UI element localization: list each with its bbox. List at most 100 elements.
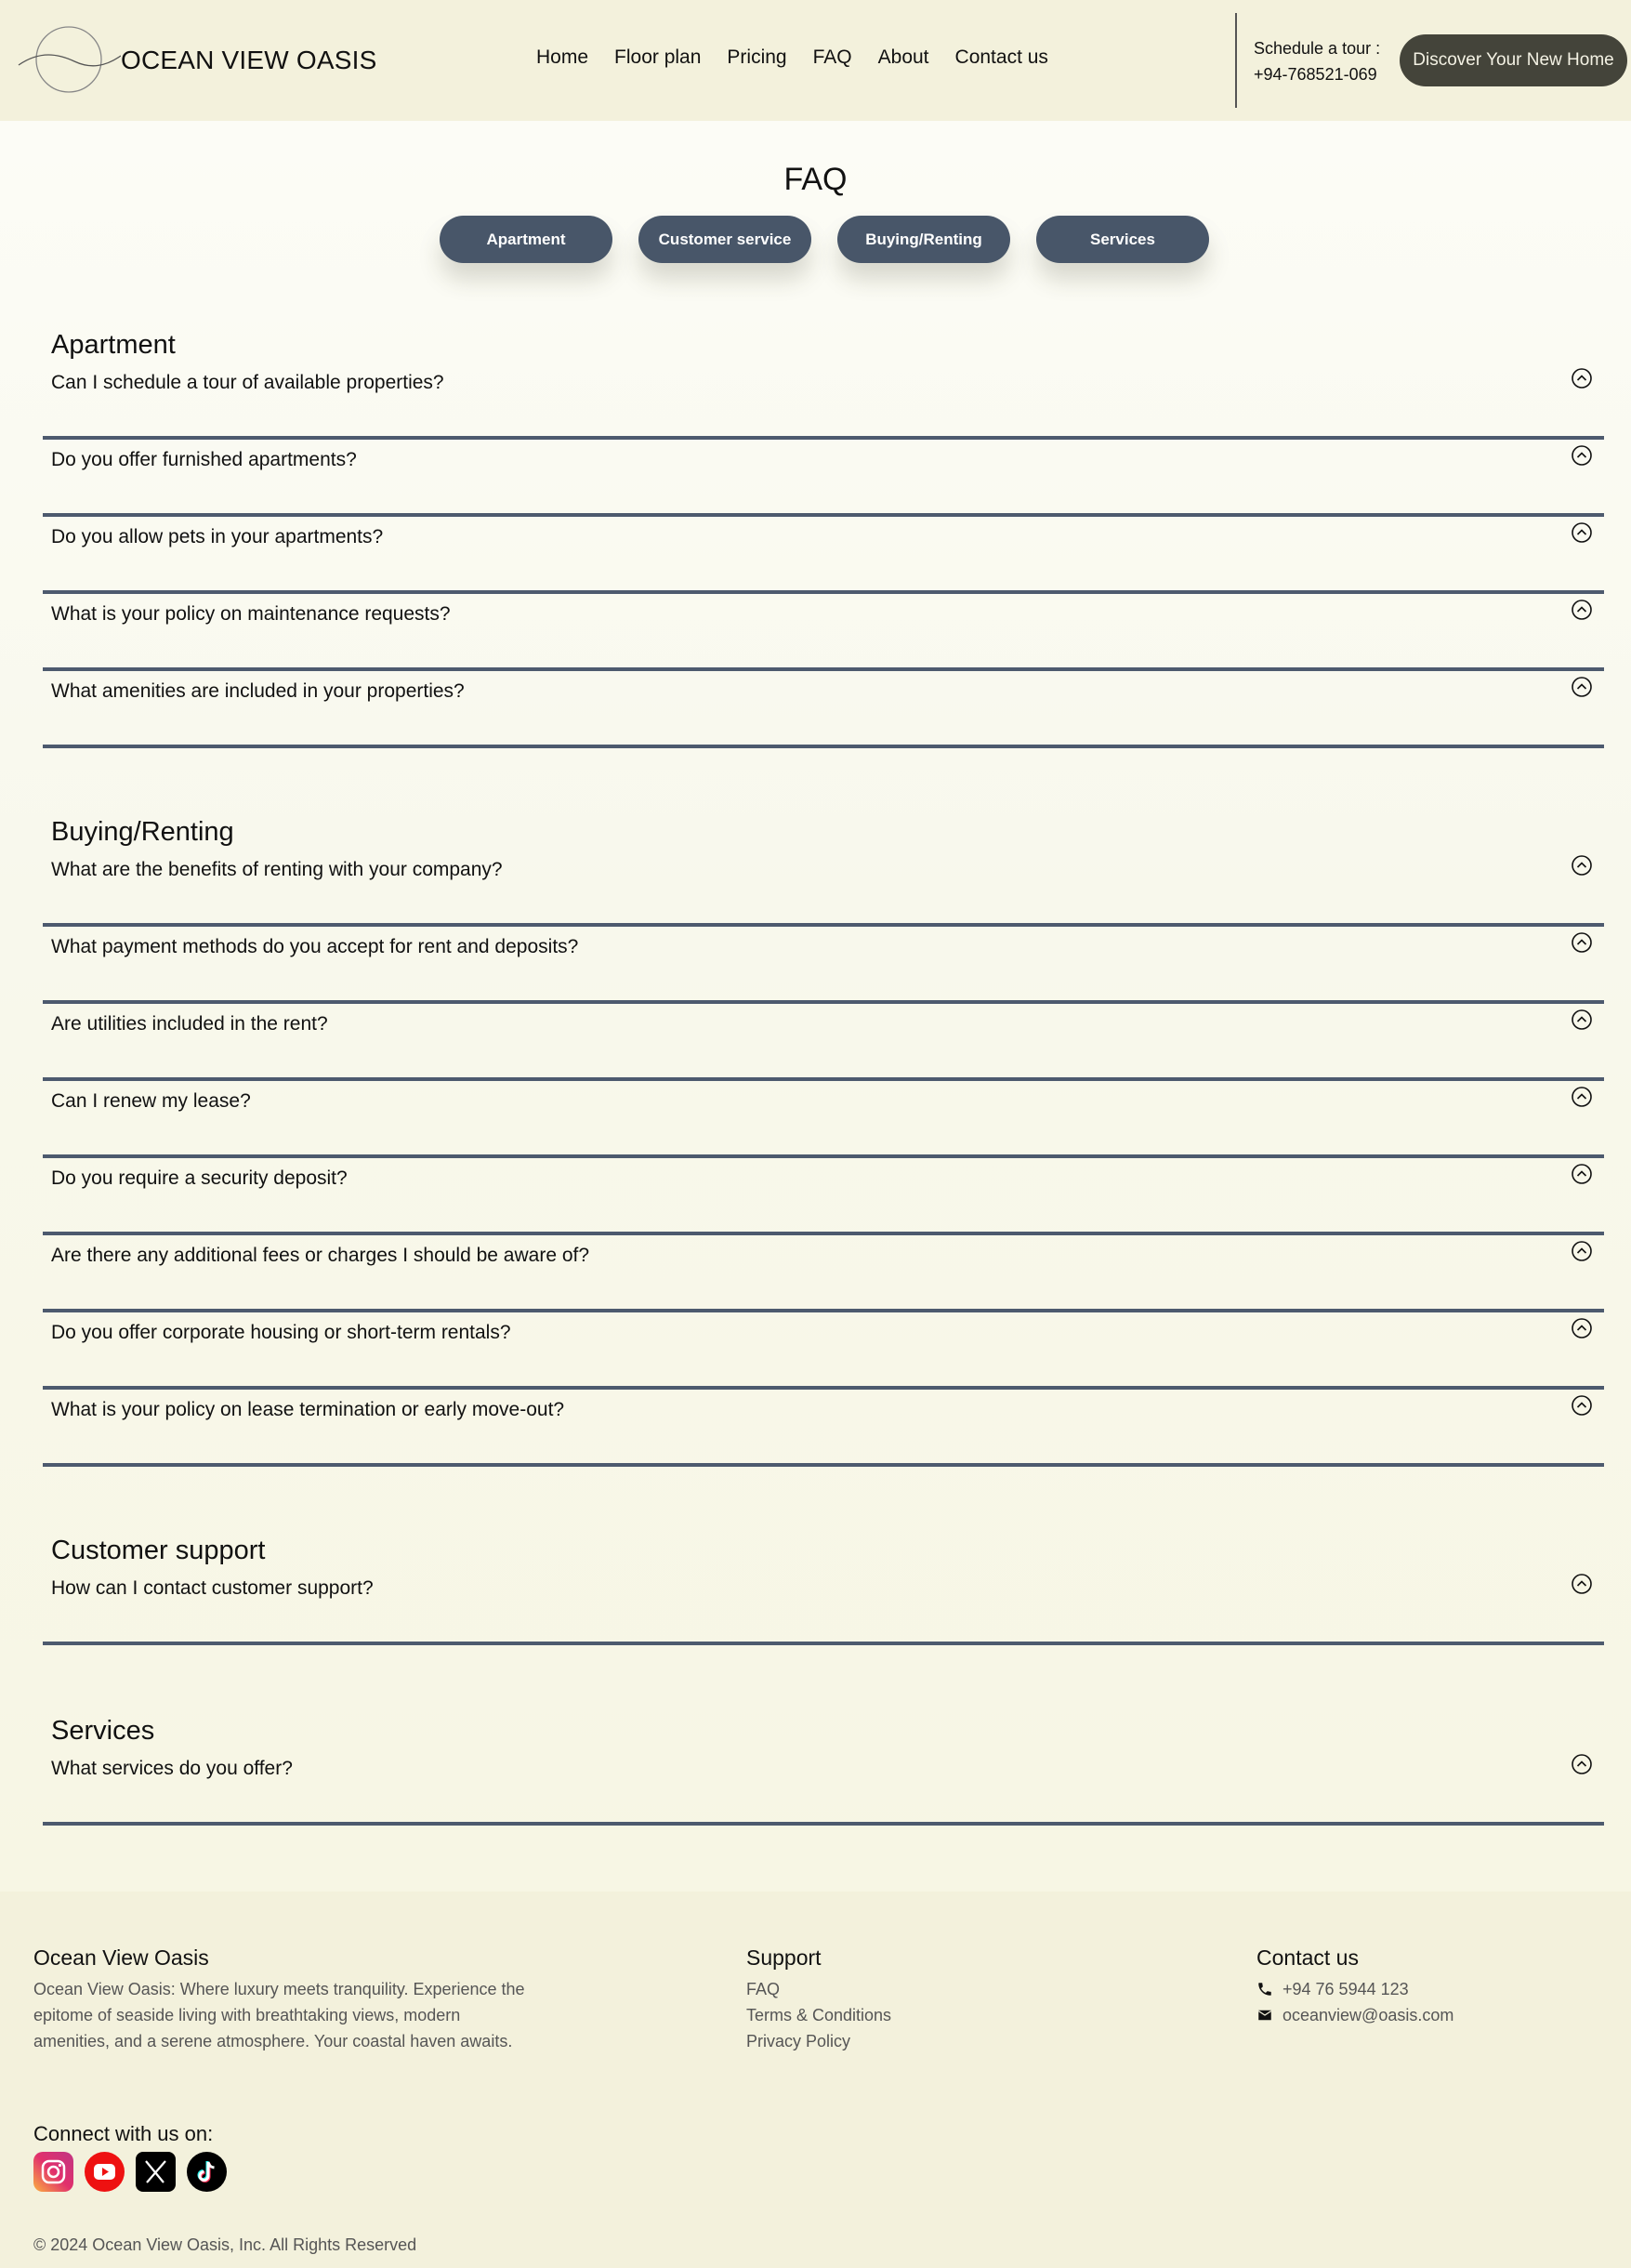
faq-item[interactable]: Do you allow pets in your apartments? — [43, 517, 1604, 594]
faq-item[interactable]: Are there any additional fees or charges… — [43, 1235, 1604, 1312]
chevron-up-icon[interactable] — [1571, 931, 1593, 954]
chevron-up-icon[interactable] — [1571, 444, 1593, 467]
faq-main: FAQ Apartment Customer service Buying/Re… — [0, 121, 1631, 1892]
faq-question: Can I schedule a tour of available prope… — [51, 372, 444, 393]
chevron-up-icon[interactable] — [1571, 521, 1593, 544]
faq-question: Do you require a security deposit? — [51, 1167, 348, 1189]
footer-support-title: Support — [746, 1945, 822, 1970]
page-title: FAQ — [783, 162, 848, 197]
footer-email: oceanview@oasis.com — [1282, 2006, 1454, 2024]
faq-question: Are there any additional fees or charges… — [51, 1245, 590, 1266]
chevron-up-icon[interactable] — [1571, 1573, 1593, 1595]
faq-item[interactable]: Do you require a security deposit? — [43, 1158, 1604, 1235]
section-title: Buying/Renting — [51, 817, 234, 847]
section-apartment: Apartment Can I schedule a tour of avail… — [43, 327, 1604, 748]
logo[interactable]: OCEAN VIEW OASIS — [17, 26, 376, 95]
footer-phone: +94 76 5944 123 — [1282, 1980, 1409, 1998]
schedule-phone[interactable]: +94-768521-069 — [1254, 61, 1380, 87]
social-links — [33, 2152, 238, 2192]
nav-home[interactable]: Home — [536, 46, 588, 69]
faq-item[interactable]: What is your policy on lease termination… — [43, 1390, 1604, 1467]
main-nav: Home Floor plan Pricing FAQ About Contac… — [536, 46, 1074, 69]
filter-apartment[interactable]: Apartment — [440, 216, 612, 263]
section-title: Customer support — [51, 1536, 266, 1565]
footer-link-faq[interactable]: FAQ — [746, 1976, 891, 2002]
footer-link-privacy[interactable]: Privacy Policy — [746, 2028, 891, 2054]
faq-item[interactable]: What is your policy on maintenance reque… — [43, 594, 1604, 671]
mail-icon — [1257, 2010, 1272, 2021]
chevron-up-icon[interactable] — [1571, 854, 1593, 877]
site-header: OCEAN VIEW OASIS Home Floor plan Pricing… — [0, 0, 1631, 121]
faq-question: What services do you offer? — [51, 1758, 293, 1779]
filter-buying-renting[interactable]: Buying/Renting — [837, 216, 1010, 263]
nav-contact-us[interactable]: Contact us — [955, 46, 1048, 69]
section-title: Services — [51, 1716, 155, 1746]
faq-question: What amenities are included in your prop… — [51, 680, 465, 702]
faq-item[interactable]: What amenities are included in your prop… — [43, 671, 1604, 748]
nav-faq[interactable]: FAQ — [813, 46, 852, 69]
chevron-up-icon[interactable] — [1571, 367, 1593, 389]
instagram-icon[interactable] — [33, 2152, 73, 2192]
footer-email-row[interactable]: oceanview@oasis.com — [1256, 2002, 1453, 2028]
chevron-up-icon[interactable] — [1571, 1240, 1593, 1262]
chevron-up-icon[interactable] — [1571, 1009, 1593, 1031]
footer-brand: Ocean View Oasis Ocean View Oasis: Where… — [33, 1945, 535, 2054]
chevron-up-icon[interactable] — [1571, 1317, 1593, 1339]
schedule-tour: Schedule a tour : +94-768521-069 — [1254, 35, 1380, 87]
youtube-icon[interactable] — [85, 2152, 125, 2192]
faq-question: How can I contact customer support? — [51, 1577, 374, 1599]
faq-question: Do you offer furnished apartments? — [51, 449, 357, 470]
section-services: Services What services do you offer? — [43, 1713, 1604, 1826]
section-buying-renting: Buying/Renting What are the benefits of … — [43, 814, 1604, 1467]
filter-services[interactable]: Services — [1036, 216, 1209, 263]
footer-contact-title: Contact us — [1256, 1945, 1359, 1970]
footer-brand-desc: Ocean View Oasis: Where luxury meets tra… — [33, 1980, 525, 2050]
faq-item[interactable]: Can I renew my lease? — [43, 1081, 1604, 1158]
connect-label: Connect with us on: — [33, 2122, 214, 2145]
phone-icon — [1258, 1983, 1271, 1996]
nav-floor-plan[interactable]: Floor plan — [614, 46, 701, 69]
faq-question: Are utilities included in the rent? — [51, 1013, 328, 1035]
footer-contact: Contact us +94 76 5944 123 oceanview@oas… — [1256, 1945, 1453, 2028]
faq-question: Do you allow pets in your apartments? — [51, 526, 384, 547]
faq-item[interactable]: How can I contact customer support? — [43, 1568, 1604, 1645]
nav-about[interactable]: About — [878, 46, 929, 69]
chevron-up-icon[interactable] — [1571, 1753, 1593, 1775]
tiktok-icon[interactable] — [187, 2152, 227, 2192]
faq-item[interactable]: What payment methods do you accept for r… — [43, 927, 1604, 1004]
chevron-up-icon[interactable] — [1571, 1086, 1593, 1108]
chevron-up-icon[interactable] — [1571, 599, 1593, 621]
faq-item[interactable]: Do you offer corporate housing or short-… — [43, 1312, 1604, 1390]
faq-item[interactable]: What services do you offer? — [43, 1748, 1604, 1826]
faq-question: Can I renew my lease? — [51, 1090, 251, 1112]
faq-item[interactable]: Are utilities included in the rent? — [43, 1004, 1604, 1081]
filter-customer-service[interactable]: Customer service — [638, 216, 811, 263]
copyright: © 2024 Ocean View Oasis, Inc. All Rights… — [33, 2235, 417, 2254]
section-title: Apartment — [51, 330, 176, 360]
x-icon[interactable] — [136, 2152, 176, 2192]
chevron-up-icon[interactable] — [1571, 1394, 1593, 1417]
site-footer: Ocean View Oasis Ocean View Oasis: Where… — [0, 1892, 1631, 2268]
chevron-up-icon[interactable] — [1571, 1163, 1593, 1185]
faq-item[interactable]: Do you offer furnished apartments? — [43, 440, 1604, 517]
discover-home-button[interactable]: Discover Your New Home — [1400, 34, 1627, 86]
faq-question: What payment methods do you accept for r… — [51, 936, 579, 957]
logo-wave-icon — [17, 26, 122, 95]
schedule-label: Schedule a tour : — [1254, 39, 1381, 58]
faq-question: What is your policy on lease termination… — [51, 1399, 565, 1420]
logo-text: OCEAN VIEW OASIS — [121, 46, 377, 74]
section-customer-support: Customer support How can I contact custo… — [43, 1533, 1604, 1645]
chevron-up-icon[interactable] — [1571, 676, 1593, 698]
faq-item[interactable]: What are the benefits of renting with yo… — [43, 850, 1604, 927]
faq-item[interactable]: Can I schedule a tour of available prope… — [43, 363, 1604, 440]
footer-brand-title: Ocean View Oasis — [33, 1945, 209, 1970]
footer-support: Support FAQ Terms & Conditions Privacy P… — [746, 1945, 891, 2054]
faq-question: What are the benefits of renting with yo… — [51, 859, 503, 880]
nav-pricing[interactable]: Pricing — [727, 46, 786, 69]
footer-link-terms[interactable]: Terms & Conditions — [746, 2002, 891, 2028]
faq-question: What is your policy on maintenance reque… — [51, 603, 451, 625]
footer-phone-row[interactable]: +94 76 5944 123 — [1256, 1976, 1453, 2002]
faq-question: Do you offer corporate housing or short-… — [51, 1322, 511, 1343]
faq-filter-tabs: Apartment Customer service Buying/Rentin… — [440, 216, 1235, 263]
header-divider — [1235, 13, 1237, 108]
